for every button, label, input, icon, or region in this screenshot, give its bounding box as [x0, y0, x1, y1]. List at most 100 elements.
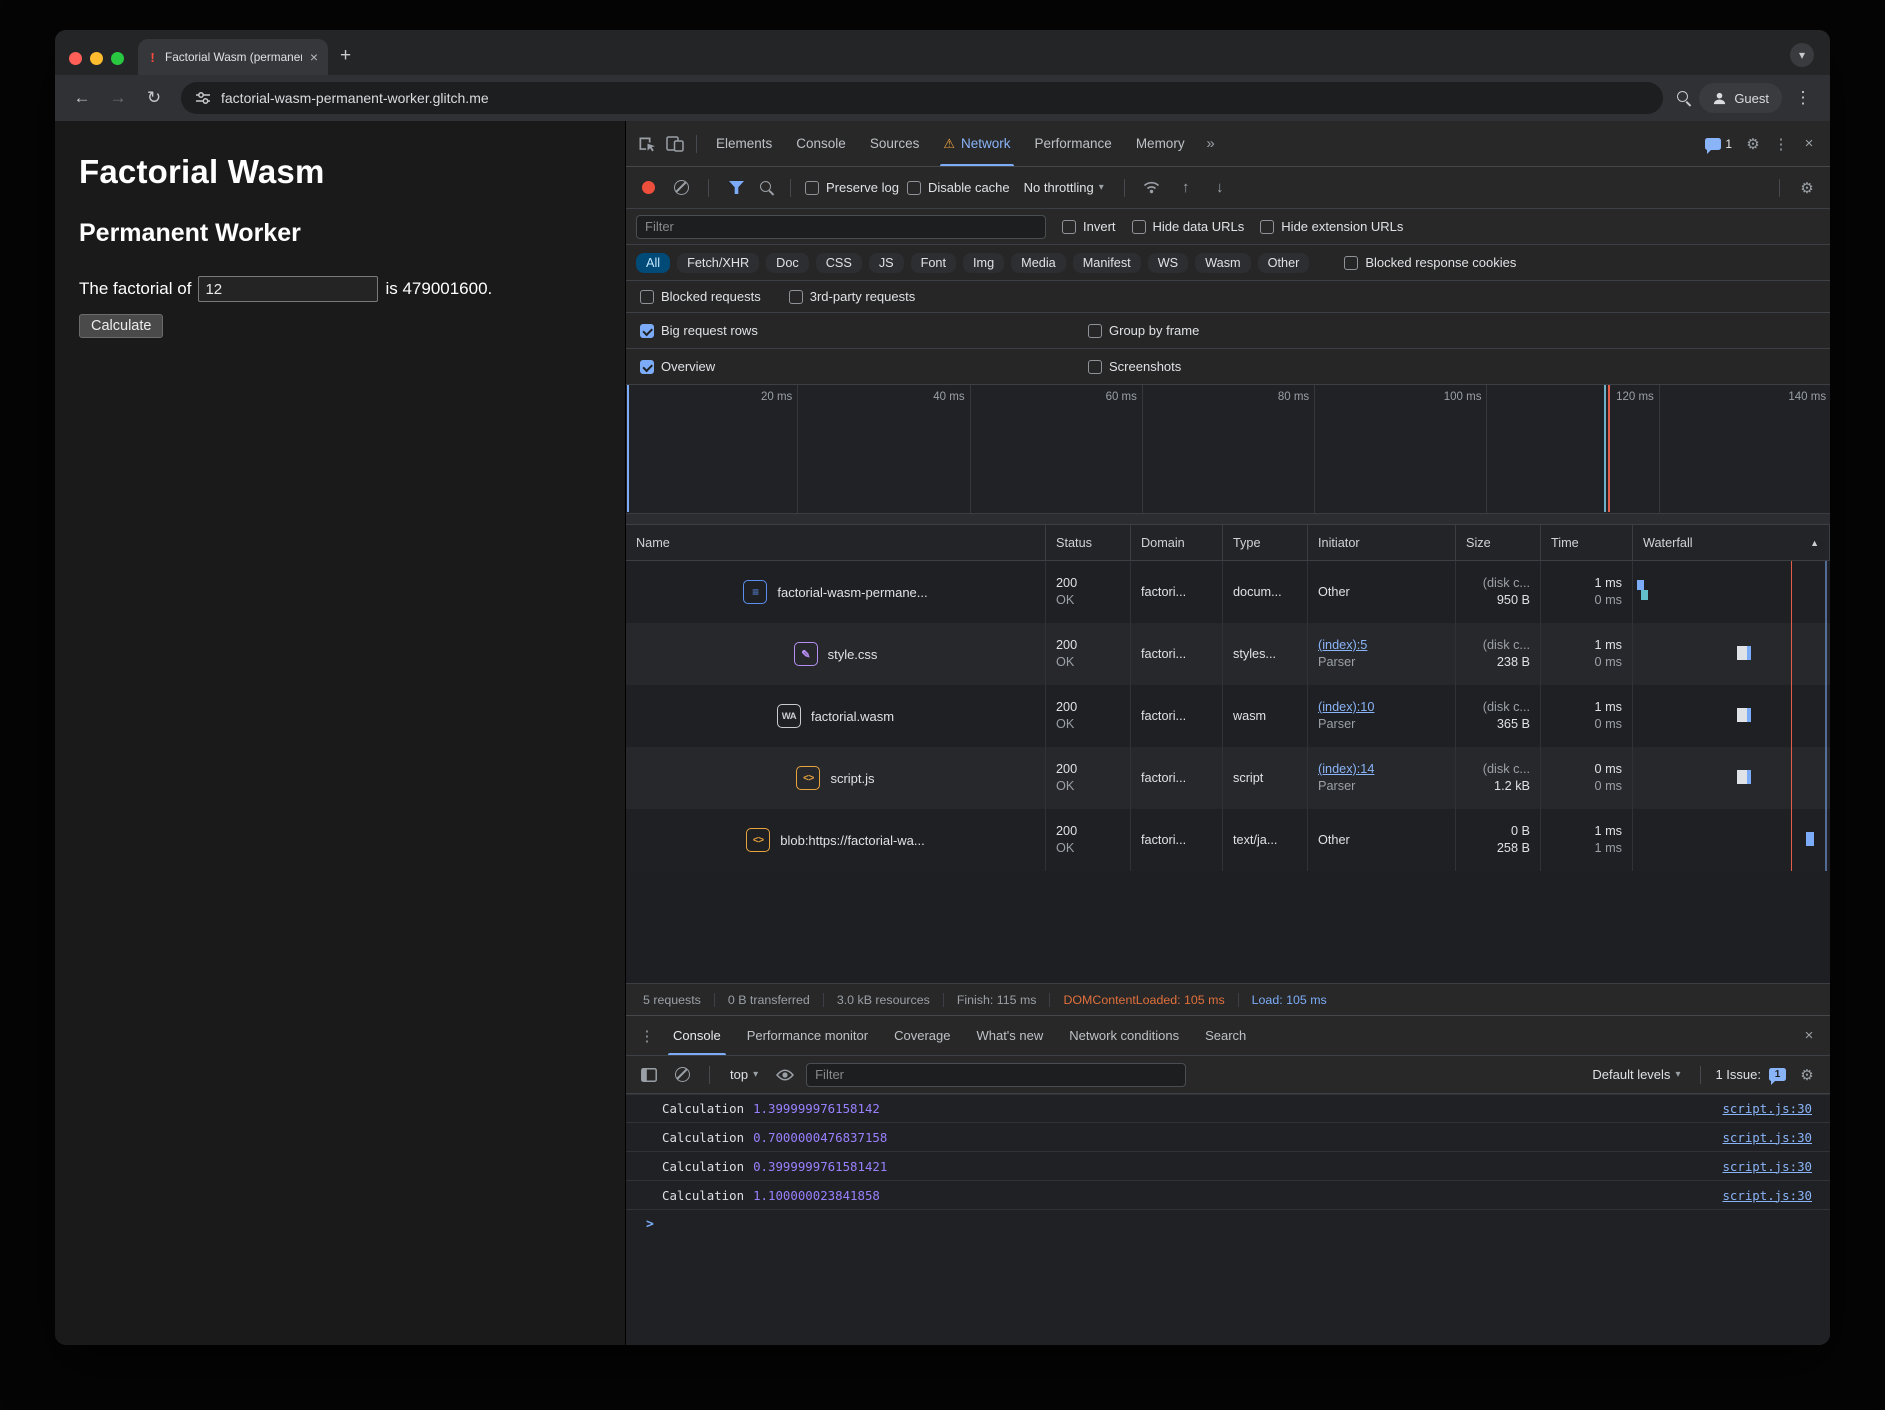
- source-link[interactable]: script.js:30: [1722, 1101, 1812, 1116]
- initiator-link[interactable]: (index):10: [1318, 699, 1445, 716]
- column-header-time[interactable]: Time: [1541, 525, 1633, 560]
- devtools-tab-sources[interactable]: Sources: [859, 121, 931, 166]
- filter-chip-fetch-xhr[interactable]: Fetch/XHR: [677, 253, 759, 273]
- drawer-tab-network-conditions[interactable]: Network conditions: [1056, 1016, 1192, 1055]
- new-tab-button[interactable]: +: [328, 45, 365, 75]
- console-prompt[interactable]: >: [626, 1210, 1830, 1238]
- filter-chip-other[interactable]: Other: [1258, 253, 1310, 273]
- devtools-menu-icon[interactable]: ⋮: [1768, 131, 1794, 157]
- table-row[interactable]: ✎ style.css 200OK factori... styles... (…: [626, 623, 1830, 685]
- profile-button[interactable]: Guest: [1699, 83, 1782, 113]
- clear-console-icon[interactable]: [675, 1067, 690, 1082]
- browser-tab[interactable]: ! Factorial Wasm (permanent W ×: [138, 39, 328, 75]
- eye-icon[interactable]: [772, 1062, 798, 1088]
- disable-cache-checkbox[interactable]: Disable cache: [907, 180, 1010, 195]
- devtools-settings-icon[interactable]: ⚙: [1740, 131, 1766, 157]
- table-row[interactable]: WA factorial.wasm 200OK factori... wasm …: [626, 685, 1830, 747]
- calculate-button[interactable]: Calculate: [79, 314, 163, 338]
- column-header-waterfall[interactable]: Waterfall ▲: [1633, 525, 1830, 560]
- import-har-icon[interactable]: ↑: [1173, 175, 1199, 201]
- table-row[interactable]: ≡ factorial-wasm-permane... 200OK factor…: [626, 561, 1830, 623]
- issues-counter-button[interactable]: 1: [1699, 137, 1738, 151]
- third-party-requests-checkbox[interactable]: 3rd-party requests: [789, 289, 916, 304]
- console-context-select[interactable]: top ▾: [724, 1065, 764, 1084]
- filter-chip-doc[interactable]: Doc: [766, 253, 809, 273]
- tab-close-icon[interactable]: ×: [308, 49, 320, 65]
- factorial-input[interactable]: [198, 276, 378, 302]
- console-message[interactable]: Calculation 0.3999999761581421 script.js…: [626, 1152, 1830, 1181]
- filter-chip-img[interactable]: Img: [963, 253, 1004, 273]
- table-row[interactable]: <> script.js 200OK factori... script (in…: [626, 747, 1830, 809]
- device-toolbar-icon[interactable]: [662, 131, 688, 157]
- filter-chip-ws[interactable]: WS: [1148, 253, 1188, 273]
- record-network-log-button[interactable]: [642, 181, 655, 194]
- close-window-button[interactable]: [69, 52, 82, 65]
- drawer-tab-console[interactable]: Console: [660, 1016, 734, 1055]
- network-overview-timeline[interactable]: 20 ms 40 ms 60 ms 80 ms 100 ms 120 ms 14…: [626, 385, 1830, 525]
- filter-chip-font[interactable]: Font: [911, 253, 956, 273]
- back-button[interactable]: ←: [67, 83, 97, 113]
- drawer-tab-coverage[interactable]: Coverage: [881, 1016, 963, 1055]
- drawer-tab-search[interactable]: Search: [1192, 1016, 1259, 1055]
- inspect-element-icon[interactable]: [634, 131, 660, 157]
- console-sidebar-icon[interactable]: [636, 1062, 662, 1088]
- minimize-window-button[interactable]: [90, 52, 103, 65]
- drawer-menu-icon[interactable]: ⋮: [634, 1023, 660, 1049]
- more-tabs-icon[interactable]: »: [1198, 131, 1224, 157]
- forward-button[interactable]: →: [103, 83, 133, 113]
- source-link[interactable]: script.js:30: [1722, 1159, 1812, 1174]
- devtools-tab-performance[interactable]: Performance: [1024, 121, 1123, 166]
- search-icon[interactable]: [1675, 89, 1693, 107]
- console-filter-input[interactable]: [806, 1063, 1186, 1087]
- browser-menu-icon[interactable]: ⋮: [1788, 83, 1818, 113]
- drawer-tab-performance-monitor[interactable]: Performance monitor: [734, 1016, 881, 1055]
- initiator-link[interactable]: (index):5: [1318, 637, 1445, 654]
- table-row[interactable]: <> blob:https://factorial-wa... 200OK fa…: [626, 809, 1830, 871]
- big-request-rows-checkbox[interactable]: Big request rows: [640, 323, 1088, 338]
- clear-network-log-icon[interactable]: [674, 180, 689, 195]
- filter-chip-wasm[interactable]: Wasm: [1195, 253, 1250, 273]
- drawer-close-icon[interactable]: ×: [1796, 1023, 1822, 1049]
- devtools-tab-console[interactable]: Console: [785, 121, 857, 166]
- filter-chip-css[interactable]: CSS: [816, 253, 862, 273]
- source-link[interactable]: script.js:30: [1722, 1188, 1812, 1203]
- network-settings-icon[interactable]: ⚙: [1794, 175, 1820, 201]
- issues-label[interactable]: 1 Issue:: [1715, 1067, 1761, 1082]
- screenshots-checkbox[interactable]: Screenshots: [1088, 359, 1181, 374]
- timeline-scrollbar[interactable]: [626, 513, 1830, 524]
- log-levels-select[interactable]: Default levels ▾: [1586, 1065, 1686, 1084]
- hide-data-urls-checkbox[interactable]: Hide data URLs: [1132, 219, 1245, 234]
- tab-search-icon[interactable]: ▾: [1790, 43, 1814, 67]
- reload-button[interactable]: ↻: [139, 83, 169, 113]
- filter-icon[interactable]: [729, 181, 744, 194]
- devtools-tab-elements[interactable]: Elements: [705, 121, 783, 166]
- column-header-name[interactable]: Name: [626, 525, 1046, 560]
- invert-checkbox[interactable]: Invert: [1062, 219, 1116, 234]
- column-header-initiator[interactable]: Initiator: [1308, 525, 1456, 560]
- network-filter-input[interactable]: [636, 215, 1046, 239]
- issues-bubble-icon[interactable]: 1: [1769, 1068, 1786, 1081]
- filter-chip-js[interactable]: JS: [869, 253, 904, 273]
- console-message[interactable]: Calculation 1.100000023841858 script.js:…: [626, 1181, 1830, 1210]
- drawer-tab-whats-new[interactable]: What's new: [963, 1016, 1056, 1055]
- column-header-type[interactable]: Type: [1223, 525, 1308, 560]
- devtools-close-icon[interactable]: ×: [1796, 131, 1822, 157]
- hide-extension-urls-checkbox[interactable]: Hide extension URLs: [1260, 219, 1403, 234]
- filter-chip-manifest[interactable]: Manifest: [1073, 253, 1141, 273]
- column-header-status[interactable]: Status: [1046, 525, 1131, 560]
- site-settings-icon[interactable]: [195, 90, 211, 106]
- address-bar[interactable]: factorial-wasm-permanent-worker.glitch.m…: [181, 82, 1663, 114]
- network-conditions-icon[interactable]: [1139, 175, 1165, 201]
- console-settings-icon[interactable]: ⚙: [1794, 1062, 1820, 1088]
- devtools-tab-memory[interactable]: Memory: [1125, 121, 1196, 166]
- column-header-size[interactable]: Size: [1456, 525, 1541, 560]
- filter-chip-media[interactable]: Media: [1011, 253, 1066, 273]
- fullscreen-window-button[interactable]: [111, 52, 124, 65]
- blocked-requests-checkbox[interactable]: Blocked requests: [640, 289, 761, 304]
- filter-chip-all[interactable]: All: [636, 253, 670, 273]
- column-header-domain[interactable]: Domain: [1131, 525, 1223, 560]
- throttling-select[interactable]: No throttling ▾: [1018, 178, 1110, 197]
- source-link[interactable]: script.js:30: [1722, 1130, 1812, 1145]
- console-message[interactable]: Calculation 0.7000000476837158 script.js…: [626, 1123, 1830, 1152]
- group-by-frame-checkbox[interactable]: Group by frame: [1088, 323, 1199, 338]
